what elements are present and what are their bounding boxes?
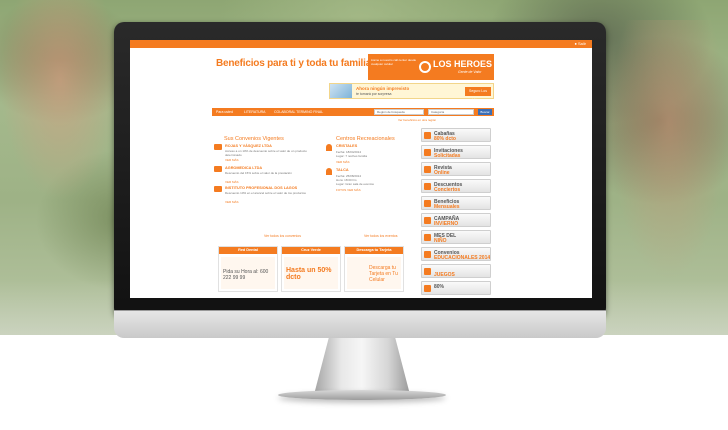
sidebar-label: 80%	[434, 284, 445, 290]
nav-item-para-usted[interactable]: Para usted	[216, 110, 233, 114]
search-benefit-button[interactable]: Buscar Beneficio	[478, 109, 492, 120]
sidebar-invierno[interactable]: CAMPAÑA INVIERNO	[421, 213, 491, 227]
nav-item-colaboral[interactable]: COLABORAL TERMINO FINAL	[274, 110, 323, 114]
medical-icon	[214, 166, 222, 172]
car-icon	[214, 144, 222, 150]
percent-icon	[424, 285, 431, 292]
convenio-desc: Acceso a un 10% de descuento sobre el va…	[225, 149, 307, 157]
blurred-person-right	[610, 20, 728, 280]
promo-card-header: Descarga tu Tarjeta	[345, 247, 403, 254]
logo-tagline: Gente de Valor	[458, 70, 482, 74]
sidebar-accent: Solicitadas	[434, 153, 461, 159]
sidebar-accent: 80% dcto	[434, 136, 456, 142]
games-icon	[424, 268, 431, 275]
category-select[interactable]: Categoría	[428, 109, 474, 115]
promo-card-header: Red Dental	[219, 247, 277, 254]
sidebar-invitaciones[interactable]: Invitaciones Solicitadas	[421, 145, 491, 159]
location-icon	[326, 168, 332, 175]
search-nav-bar: Para usted LITERATURA COLABORAL TERMINO …	[212, 108, 494, 120]
promo-card-body: Hasta un 50% dcto	[284, 257, 338, 289]
centros-title: Centros Recreacionales	[336, 136, 395, 142]
convenio-more-link[interactable]: VER MÁS	[225, 180, 239, 184]
sidebar-accent: JUEGOS	[434, 272, 455, 278]
centro-line: Lugar: Gran sala de eventos	[336, 182, 374, 186]
sidebar-educacionales[interactable]: Convenios EDUCACIONALES 2014	[421, 247, 491, 261]
promo-card-dental[interactable]: Red Dental Pida su Hora al: 600 222 99 9…	[218, 246, 278, 292]
sidebar-accent: Conciertos	[434, 187, 461, 193]
magazine-icon	[424, 166, 431, 173]
school-icon	[214, 186, 222, 192]
centro-more-link[interactable]: VER MÁS	[336, 160, 350, 164]
centro-name: TALCA	[336, 168, 349, 172]
sidebar-accent: EDUCACIONALES 2014	[434, 255, 491, 261]
sidebar-conciertos[interactable]: Descuentos Conciertos	[421, 179, 491, 193]
nav-item-literatura[interactable]: LITERATURA	[244, 110, 266, 114]
sidebar-mes-nino[interactable]: MES DEL NIÑO	[421, 230, 491, 244]
banner-line2: te tomará por sorpresa	[356, 92, 392, 96]
promo-card-tarjeta[interactable]: Descarga tu Tarjeta Descarga tu Tarjeta …	[344, 246, 404, 292]
region-select[interactable]: Región de búsqueda	[374, 109, 424, 115]
promo-card-body: Descarga tu Tarjeta en Tu Celular	[347, 257, 401, 289]
promo-card-cruz-verde[interactable]: Cruz Verde Hasta un 50% dcto	[281, 246, 341, 292]
sidebar-accent: Online	[434, 170, 450, 176]
convenio-name: AGROMEDICA LTDA	[225, 166, 263, 170]
promo-card-header: Cruz Verde	[282, 247, 340, 254]
logo-circle-icon	[419, 61, 431, 73]
convenio-name: INSTITUTO PROFESIONAL DOS LAGOS	[225, 186, 298, 190]
sidebar-mensuales[interactable]: Beneficios Mensuales	[421, 196, 491, 210]
convenio-desc: Descuento 10% en el arancel sobre el val…	[225, 191, 306, 195]
convenios-title: Sus Convenios Vigentes	[224, 136, 284, 142]
logout-link[interactable]: ● Salir	[574, 41, 586, 46]
location-icon	[326, 144, 332, 151]
sidebar-accent: NIÑO	[434, 238, 447, 244]
banner-badge: Seguro Los Héroes	[465, 87, 491, 102]
page-headline: Beneficios para ti y toda tu familia	[216, 58, 372, 69]
blurred-person-left	[0, 0, 120, 200]
monitor-screen: ● Salir Beneficios para ti y toda tu fam…	[130, 40, 592, 298]
centro-name: CRISTALES	[336, 144, 358, 148]
convenio-name: ROJAS Y VÁSQUEZ LTDA	[225, 144, 272, 148]
other-region-link[interactable]: Ver beneficios en otra región	[398, 118, 436, 122]
cabin-icon	[424, 132, 431, 139]
sidebar-accent: Mensuales	[434, 204, 460, 210]
promo-card-body: Pida su Hora al: 600 222 99 99	[221, 257, 275, 289]
monitor-stand-base	[278, 390, 446, 400]
child-icon	[424, 234, 431, 241]
centro-line: Lugar: 7 noches familia	[336, 154, 368, 158]
sidebar-percent[interactable]: 80%	[421, 281, 491, 295]
all-eventos-link[interactable]: Ver todos los eventos	[364, 234, 397, 238]
snow-icon	[424, 217, 431, 224]
brand-logo[interactable]: Llame a nuestro call center desde cualqu…	[368, 54, 494, 80]
centro-more-link[interactable]: FOTOS VER MÁS	[336, 188, 361, 192]
gift-icon	[424, 200, 431, 207]
logo-small-copy: Llame a nuestro call center desde cualqu…	[371, 58, 417, 66]
sidebar-juegos[interactable]: JUEGOS	[421, 264, 491, 278]
banner-photo	[330, 84, 352, 98]
education-icon	[424, 251, 431, 258]
convenio-more-link[interactable]: VER MÁS	[225, 158, 239, 162]
sidebar-cabanas[interactable]: Cabañas 80% dcto	[421, 128, 491, 142]
monitor-chin	[114, 310, 606, 338]
monitor-stand	[314, 338, 410, 394]
ticket-icon	[424, 149, 431, 156]
all-convenios-link[interactable]: Ver todos los convenios	[264, 234, 301, 238]
sidebar-accent: INVIERNO	[434, 221, 459, 227]
insurance-banner[interactable]: Ahora ningún imprevisto te tomará por so…	[329, 83, 494, 102]
sidebar-revista[interactable]: Revista Online	[421, 162, 491, 176]
music-icon	[424, 183, 431, 190]
convenio-desc: Descuento del 15% sobre el valor de la p…	[225, 171, 292, 175]
top-bar: ● Salir	[130, 40, 592, 48]
logo-brand: LOS HEROES	[433, 59, 493, 69]
banner-line1: Ahora ningún imprevisto	[356, 86, 410, 91]
convenio-more-link[interactable]: VER MÁS	[225, 200, 239, 204]
